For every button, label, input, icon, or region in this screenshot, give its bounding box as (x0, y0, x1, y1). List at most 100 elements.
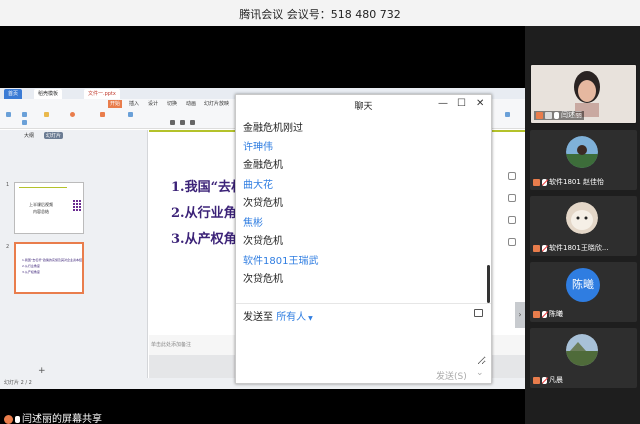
participant-tile[interactable]: 凡晨 (530, 328, 637, 388)
slide-counter: 幻灯片 2 / 2 (4, 380, 32, 386)
popout-icon[interactable] (474, 309, 483, 317)
layout-icon[interactable] (128, 112, 134, 119)
animation-icon[interactable] (508, 194, 516, 202)
transition-icon[interactable] (508, 216, 516, 224)
avatar (566, 202, 598, 234)
slide-thumbnail-selected[interactable]: 1.我国“去杠杆”政策的实施及其对企业资本结构的影响 2.从行业角度 3.从产权… (14, 242, 84, 294)
mic-icon (15, 415, 20, 423)
play-icon[interactable] (70, 112, 76, 119)
share-label-text: 闫述丽的屏幕共享 (22, 414, 102, 424)
copy-icon[interactable] (22, 120, 28, 127)
message-text: 金融危机 (243, 160, 283, 171)
user-icon (533, 376, 540, 384)
slide-bullet: 2.从行业角 (171, 206, 237, 221)
title-bar: 腾讯会议 会议号：518 480 732 (0, 0, 640, 26)
user-icon (533, 178, 540, 186)
message-text: 次贷危机 (243, 198, 283, 209)
user-icon (533, 244, 540, 252)
participant-label: 软件1801王晓欣... (533, 244, 609, 253)
chat-window: 聊天 — ☐ ✕ 金融危机刚过 许珅伟 金融危机 曲大花 次贷危机 焦彬 次贷危… (235, 94, 492, 384)
bottom-bar: 闫述丽的屏幕共享 (0, 408, 525, 424)
avatar (566, 136, 598, 168)
ribbon-tab-insert[interactable]: 插入 (129, 100, 139, 108)
user-icon (4, 414, 13, 424)
new-slide-icon[interactable] (100, 112, 106, 119)
underline-icon[interactable] (190, 120, 196, 127)
participant-name: 软件1801王晓欣... (549, 244, 609, 252)
send-to-selector[interactable]: 发送至 所有人 ▼ (243, 308, 313, 323)
participant-label: 闫述丽 (534, 111, 584, 120)
mic-muted-icon (542, 376, 547, 384)
send-to-label: 发送至 (243, 312, 273, 323)
message-sender: 曲大花 (243, 180, 273, 191)
slide-panel: 大纲 幻灯片 1 上半课后视频 内容总结 2 1.我国“去杠杆”政策的实施及其对… (0, 130, 148, 378)
participant-name: 凡晨 (549, 376, 563, 384)
add-slide-icon[interactable]: + (38, 366, 46, 376)
chat-message-list: 金融危机刚过 许珅伟 金融危机 曲大花 次贷危机 焦彬 次贷危机 软件1801王… (243, 116, 483, 302)
caret-down-icon[interactable]: ▼ (306, 315, 313, 322)
participant-name: 闫述丽 (561, 111, 582, 119)
message-sender: 软件1801王瑞武 (243, 256, 319, 267)
ribbon-tab-slideshow[interactable]: 幻灯片放映 (204, 100, 229, 108)
slide-number: 2 (6, 244, 10, 250)
user-icon (533, 310, 540, 318)
divider (236, 303, 491, 304)
chat-input[interactable] (240, 325, 486, 365)
right-toolbar (500, 138, 525, 368)
maximize-icon[interactable]: ☐ (457, 98, 466, 110)
cut-icon[interactable] (22, 112, 28, 119)
ribbon-tab-animation[interactable]: 动画 (186, 100, 196, 108)
slide-number: 1 (6, 182, 10, 188)
wps-tab-home[interactable]: 首页 (4, 89, 23, 99)
participant-tile-active[interactable]: 闫述丽 (530, 64, 637, 124)
paste-icon[interactable] (6, 112, 12, 119)
message-sender: 许珅伟 (243, 142, 273, 153)
thumb-line: 内容总结 (33, 209, 49, 214)
ribbon-tab-transition[interactable]: 切换 (167, 100, 177, 108)
avatar-initials: 陈曦 (566, 268, 600, 302)
participant-tile[interactable]: 软件1801王晓欣... (530, 196, 637, 256)
slide-bullet: 3.从产权角 (171, 232, 237, 247)
ribbon-tab-start[interactable]: 开始 (108, 100, 123, 108)
wps-tab-template[interactable]: 稻壳模板 (34, 89, 63, 99)
meeting-window: 腾讯会议 会议号：518 480 732 首页 稻壳模板 文件一.pptx 开始… (0, 0, 640, 424)
share-icon[interactable] (505, 112, 511, 119)
message-text: 次贷危机 (243, 274, 283, 285)
chat-header: 聊天 — ☐ ✕ (236, 95, 491, 115)
participant-label: 陈曦 (533, 310, 563, 319)
participant-tile[interactable]: 陈曦 陈曦 (530, 262, 637, 322)
chat-scrollbar[interactable] (487, 265, 490, 303)
participant-tile[interactable]: 软件1801 赵佳怡 (530, 130, 637, 190)
thumb-line: 上半课后视频 (29, 202, 53, 207)
wps-tab-document[interactable]: 文件一.pptx (84, 89, 120, 99)
minimize-icon[interactable]: — (438, 98, 448, 110)
meeting-title: 腾讯会议 会议号：518 480 732 (239, 8, 401, 21)
send-button[interactable]: 发送(S) (436, 369, 467, 382)
ribbon-tab-design[interactable]: 设计 (148, 100, 158, 108)
participant-label: 凡晨 (533, 376, 563, 385)
chevron-down-icon[interactable]: ⌄ (476, 368, 484, 378)
outline-tab[interactable]: 大纲 (24, 132, 34, 139)
participant-name: 陈曦 (549, 310, 563, 318)
participant-list: 闫述丽 软件1801 赵佳怡 软件1801王晓欣... 陈曦 陈曦 凡晨 (525, 26, 640, 424)
property-icon[interactable] (508, 172, 516, 180)
chevron-right-icon[interactable]: › (515, 302, 525, 328)
chat-title: 聊天 (354, 102, 373, 112)
send-to-target[interactable]: 所有人 (276, 312, 306, 323)
theme-icon[interactable] (508, 238, 516, 246)
slide-thumbnail[interactable]: 上半课后视频 内容总结 (14, 182, 84, 234)
user-icon (536, 111, 543, 119)
camera-video (567, 67, 607, 117)
mic-icon (554, 111, 559, 119)
close-icon[interactable]: ✕ (476, 98, 484, 110)
slides-tab[interactable]: 幻灯片 (44, 132, 64, 139)
avatar (566, 334, 598, 366)
italic-icon[interactable] (180, 120, 186, 127)
message-text: 金融危机刚过 (243, 123, 303, 134)
message-sender: 焦彬 (243, 218, 263, 229)
bold-icon[interactable] (170, 120, 176, 127)
participant-name: 软件1801 赵佳怡 (549, 178, 605, 186)
format-painter-icon[interactable] (44, 112, 50, 119)
mic-muted-icon (542, 244, 547, 252)
share-screen-icon (545, 111, 552, 119)
